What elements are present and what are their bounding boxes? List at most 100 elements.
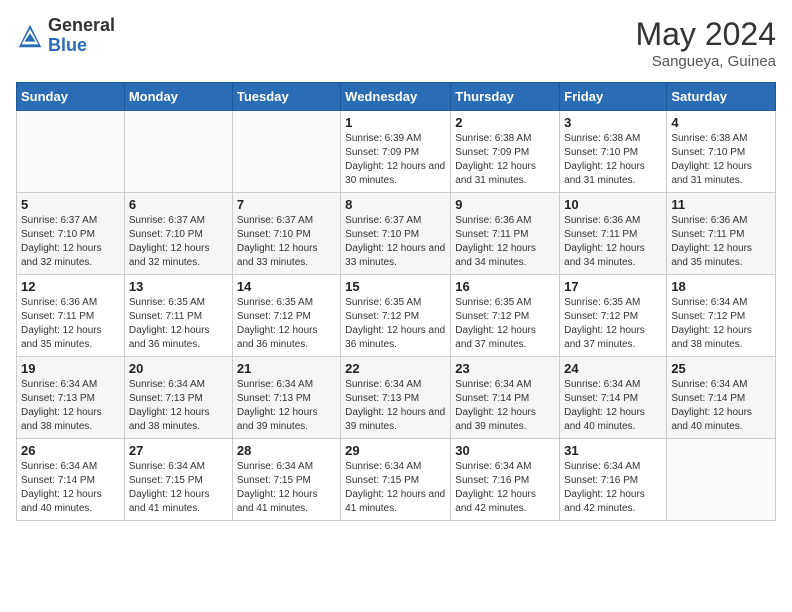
day-info: Sunrise: 6:37 AMSunset: 7:10 PMDaylight:… bbox=[21, 214, 120, 270]
day-number: 29 bbox=[345, 443, 446, 458]
day-number: 23 bbox=[455, 361, 555, 376]
day-cell: 18 Sunrise: 6:34 AMSunset: 7:12 PMDayligh… bbox=[667, 275, 776, 357]
location-subtitle: Sangueya, Guinea bbox=[635, 53, 776, 70]
day-info: Sunrise: 6:34 AMSunset: 7:13 PMDaylight:… bbox=[21, 378, 120, 434]
logo-text: General Blue bbox=[48, 16, 115, 56]
day-cell: 28Sunrise: 6:34 AMSunset: 7:15 PMDayligh… bbox=[232, 439, 340, 521]
day-cell: 3 Sunrise: 6:38 AMSunset: 7:10 PMDaylight… bbox=[560, 111, 667, 193]
title-block: May 2024 Sangueya, Guinea bbox=[635, 16, 776, 70]
day-number: 27 bbox=[129, 443, 228, 458]
day-cell: 13 Sunrise: 6:35 AMSunset: 7:11 PMDayligh… bbox=[124, 275, 232, 357]
day-cell bbox=[667, 439, 776, 521]
header-cell-monday: Monday bbox=[124, 83, 232, 111]
day-info: Sunrise: 6:36 AMSunset: 7:11 PMDaylight:… bbox=[564, 214, 662, 270]
day-number: 26 bbox=[21, 443, 120, 458]
day-info: Sunrise: 6:34 AMSunset: 7:13 PMDaylight:… bbox=[237, 378, 336, 434]
day-info: Sunrise: 6:37 AMSunset: 7:10 PMDaylight:… bbox=[237, 214, 336, 270]
week-row-2: 5Sunrise: 6:37 AMSunset: 7:10 PMDaylight… bbox=[17, 193, 776, 275]
day-number: 25 bbox=[671, 361, 771, 376]
day-number: 2 bbox=[455, 115, 555, 130]
day-number: 18 bbox=[671, 279, 771, 294]
day-cell bbox=[232, 111, 340, 193]
day-info: Sunrise: 6:38 AMSunset: 7:10 PMDaylight:… bbox=[671, 132, 771, 188]
logo-general-label: General bbox=[48, 16, 115, 36]
day-cell: 10 Sunrise: 6:36 AMSunset: 7:11 PMDayligh… bbox=[560, 193, 667, 275]
day-cell: 22 Sunrise: 6:34 AMSunset: 7:13 PMDayligh… bbox=[341, 357, 451, 439]
day-info: Sunrise: 6:36 AMSunset: 7:11 PMDaylight:… bbox=[21, 296, 120, 352]
day-number: 22 bbox=[345, 361, 446, 376]
week-row-5: 26 Sunrise: 6:34 AMSunset: 7:14 PMDayligh… bbox=[17, 439, 776, 521]
day-cell: 20 Sunrise: 6:34 AMSunset: 7:13 PMDayligh… bbox=[124, 357, 232, 439]
header-row: SundayMondayTuesdayWednesdayThursdayFrid… bbox=[17, 83, 776, 111]
logo-icon bbox=[16, 22, 44, 50]
day-cell: 31 Sunrise: 6:34 AMSunset: 7:16 PMDayligh… bbox=[560, 439, 667, 521]
day-info: Sunrise: 6:34 AMSunset: 7:13 PMDaylight:… bbox=[345, 378, 446, 434]
day-cell: 29 Sunrise: 6:34 AMSunset: 7:15 PMDayligh… bbox=[341, 439, 451, 521]
day-number: 7 bbox=[237, 197, 336, 212]
day-cell: 5Sunrise: 6:37 AMSunset: 7:10 PMDaylight… bbox=[17, 193, 125, 275]
day-cell: 2 Sunrise: 6:38 AMSunset: 7:09 PMDaylight… bbox=[451, 111, 560, 193]
header-cell-saturday: Saturday bbox=[667, 83, 776, 111]
day-info: Sunrise: 6:36 AMSunset: 7:11 PMDaylight:… bbox=[671, 214, 771, 270]
calendar-header: SundayMondayTuesdayWednesdayThursdayFrid… bbox=[17, 83, 776, 111]
header-cell-sunday: Sunday bbox=[17, 83, 125, 111]
day-number: 20 bbox=[129, 361, 228, 376]
day-cell: 7 Sunrise: 6:37 AMSunset: 7:10 PMDaylight… bbox=[232, 193, 340, 275]
day-info: Sunrise: 6:35 AMSunset: 7:12 PMDaylight:… bbox=[237, 296, 336, 352]
day-info: Sunrise: 6:35 AMSunset: 7:12 PMDaylight:… bbox=[564, 296, 662, 352]
day-cell: 14 Sunrise: 6:35 AMSunset: 7:12 PMDayligh… bbox=[232, 275, 340, 357]
day-info: Sunrise: 6:39 AMSunset: 7:09 PMDaylight:… bbox=[345, 132, 446, 188]
day-cell: 23Sunrise: 6:34 AMSunset: 7:14 PMDayligh… bbox=[451, 357, 560, 439]
day-info: Sunrise: 6:35 AMSunset: 7:11 PMDaylight:… bbox=[129, 296, 228, 352]
day-info: Sunrise: 6:34 AMSunset: 7:15 PMDaylight:… bbox=[345, 460, 446, 516]
day-number: 24 bbox=[564, 361, 662, 376]
day-cell: 30 Sunrise: 6:34 AMSunset: 7:16 PMDayligh… bbox=[451, 439, 560, 521]
day-number: 12 bbox=[21, 279, 120, 294]
day-number: 16 bbox=[455, 279, 555, 294]
day-info: Sunrise: 6:38 AMSunset: 7:09 PMDaylight:… bbox=[455, 132, 555, 188]
day-number: 21 bbox=[237, 361, 336, 376]
day-info: Sunrise: 6:34 AMSunset: 7:14 PMDaylight:… bbox=[564, 378, 662, 434]
header-cell-tuesday: Tuesday bbox=[232, 83, 340, 111]
day-cell bbox=[17, 111, 125, 193]
day-number: 13 bbox=[129, 279, 228, 294]
day-info: Sunrise: 6:38 AMSunset: 7:10 PMDaylight:… bbox=[564, 132, 662, 188]
day-info: Sunrise: 6:34 AMSunset: 7:16 PMDaylight:… bbox=[564, 460, 662, 516]
day-info: Sunrise: 6:34 AMSunset: 7:15 PMDaylight:… bbox=[129, 460, 228, 516]
day-info: Sunrise: 6:34 AMSunset: 7:15 PMDaylight:… bbox=[237, 460, 336, 516]
day-info: Sunrise: 6:34 AMSunset: 7:12 PMDaylight:… bbox=[671, 296, 771, 352]
header-cell-thursday: Thursday bbox=[451, 83, 560, 111]
page-header: General Blue May 2024 Sangueya, Guinea bbox=[16, 16, 776, 70]
day-number: 11 bbox=[671, 197, 771, 212]
day-cell: 9Sunrise: 6:36 AMSunset: 7:11 PMDaylight… bbox=[451, 193, 560, 275]
day-info: Sunrise: 6:34 AMSunset: 7:14 PMDaylight:… bbox=[671, 378, 771, 434]
day-cell: 6Sunrise: 6:37 AMSunset: 7:10 PMDaylight… bbox=[124, 193, 232, 275]
day-info: Sunrise: 6:37 AMSunset: 7:10 PMDaylight:… bbox=[129, 214, 228, 270]
day-info: Sunrise: 6:34 AMSunset: 7:14 PMDaylight:… bbox=[21, 460, 120, 516]
logo-blue-label: Blue bbox=[48, 36, 115, 56]
day-number: 4 bbox=[671, 115, 771, 130]
day-cell: 1Sunrise: 6:39 AMSunset: 7:09 PMDaylight… bbox=[341, 111, 451, 193]
day-info: Sunrise: 6:34 AMSunset: 7:13 PMDaylight:… bbox=[129, 378, 228, 434]
day-cell: 16Sunrise: 6:35 AMSunset: 7:12 PMDayligh… bbox=[451, 275, 560, 357]
day-cell: 27 Sunrise: 6:34 AMSunset: 7:15 PMDayligh… bbox=[124, 439, 232, 521]
day-number: 30 bbox=[455, 443, 555, 458]
day-number: 3 bbox=[564, 115, 662, 130]
day-number: 19 bbox=[21, 361, 120, 376]
day-info: Sunrise: 6:34 AMSunset: 7:16 PMDaylight:… bbox=[455, 460, 555, 516]
day-number: 14 bbox=[237, 279, 336, 294]
day-cell: 26 Sunrise: 6:34 AMSunset: 7:14 PMDayligh… bbox=[17, 439, 125, 521]
day-info: Sunrise: 6:35 AMSunset: 7:12 PMDaylight:… bbox=[345, 296, 446, 352]
day-cell: 12 Sunrise: 6:36 AMSunset: 7:11 PMDayligh… bbox=[17, 275, 125, 357]
day-number: 8 bbox=[345, 197, 446, 212]
week-row-1: 1Sunrise: 6:39 AMSunset: 7:09 PMDaylight… bbox=[17, 111, 776, 193]
day-number: 10 bbox=[564, 197, 662, 212]
day-number: 31 bbox=[564, 443, 662, 458]
day-number: 9 bbox=[455, 197, 555, 212]
header-cell-friday: Friday bbox=[560, 83, 667, 111]
day-cell: 15Sunrise: 6:35 AMSunset: 7:12 PMDayligh… bbox=[341, 275, 451, 357]
day-cell: 8Sunrise: 6:37 AMSunset: 7:10 PMDaylight… bbox=[341, 193, 451, 275]
calendar-body: 1Sunrise: 6:39 AMSunset: 7:09 PMDaylight… bbox=[17, 111, 776, 521]
month-year-title: May 2024 bbox=[635, 16, 776, 53]
day-cell: 25 Sunrise: 6:34 AMSunset: 7:14 PMDayligh… bbox=[667, 357, 776, 439]
